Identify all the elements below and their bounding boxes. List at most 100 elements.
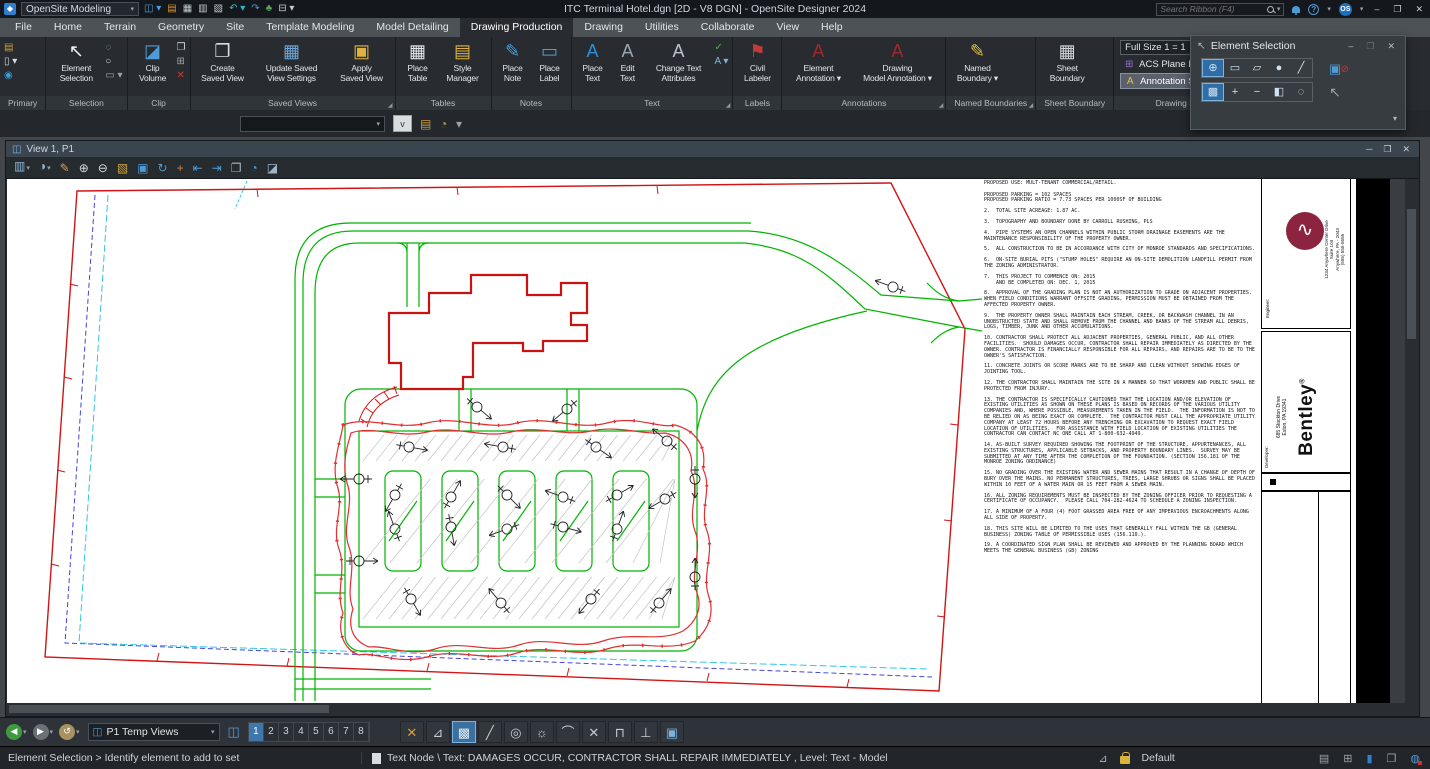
clip-copy-icon[interactable]: ⊞ [177,56,186,67]
temp-views-combo[interactable]: ◫ P1 Temp Views ▾ [87,723,220,741]
clip-volume-button[interactable]: ◪ Clip Volume [132,39,174,95]
view-next-icon[interactable]: ⇥ [212,158,222,178]
dialog-launcher-icon[interactable]: ◢ [939,99,944,110]
lock-icon[interactable] [1119,751,1130,764]
tool-settings-expand-button[interactable]: v [393,115,412,132]
panel-restore-button[interactable]: ❐ [1362,41,1378,52]
clip-volume-icon[interactable]: ◔ [250,158,257,178]
tangent-snap-icon[interactable]: ⌒ [555,721,580,743]
panel-close-button[interactable]: ✕ [1383,41,1399,52]
display-style-icon[interactable]: ◑▾ [39,156,51,179]
center-snap-icon[interactable]: ◎ [503,721,528,743]
place-text-button[interactable]: A Place Text [576,39,610,95]
view-close-button[interactable]: ✕ [1399,144,1413,155]
rotate-view-icon[interactable]: ↻ [158,158,168,178]
general-notes-text[interactable]: PROPOSED USE: MULT-TENANT COMMERCIAL/RET… [984,180,1256,560]
view-toggle-8[interactable]: 8 [353,723,369,741]
tab-help[interactable]: Help [810,18,854,37]
tab-drawing[interactable]: Drawing [573,18,634,37]
print-icon[interactable]: ⊟ ▾ [278,3,294,15]
perpendicular-snap-icon[interactable]: ⊥ [633,721,658,743]
create-saved-view-button[interactable]: ❐ Create Saved View [195,39,251,95]
edit-text-button[interactable]: A Edit Text [613,39,643,95]
select-invert-icon[interactable]: ◧ [1268,83,1290,101]
dialog-launcher-icon[interactable]: ◢ [726,99,731,110]
file-settings-icon[interactable]: ◫ ▾ [144,3,161,15]
place-label-button[interactable]: ▭ Place Label [533,39,567,95]
view-minimize-button[interactable]: ─ [1363,144,1375,154]
sheet-boundary-button[interactable]: ▦ Sheet Boundary [1040,39,1094,95]
view-toggle-7[interactable]: 7 [338,723,354,741]
view-previous-icon[interactable]: ⇤ [193,158,203,178]
close-button[interactable]: ✕ [1412,4,1426,15]
dialog-launcher-icon[interactable]: ◢ [1029,99,1034,110]
select-subtract-icon[interactable]: − [1246,83,1268,101]
spell-check-icon[interactable]: ✓ [715,42,729,53]
fit-view-icon[interactable]: ▣ [137,158,148,178]
view-back-button[interactable]: ◀ ▾ [6,724,27,740]
scrollbar-thumb[interactable] [1407,209,1416,339]
style-manager-button[interactable]: ▤ Style Manager [439,39,487,95]
tab-file[interactable]: File [4,18,43,37]
tab-drawing-production[interactable]: Drawing Production [459,18,574,37]
tab-geometry[interactable]: Geometry [147,18,215,37]
clip-mask-icon[interactable]: ◪ [267,158,278,178]
match-properties-icon[interactable]: ◔ [440,117,447,131]
scrollbar-thumb[interactable] [9,705,329,713]
civil-labeler-button[interactable]: ⚑ Civil Labeler [737,39,777,95]
explorer-tree-icon[interactable]: ♣ [266,3,273,15]
explorer-icon[interactable]: ▤ [4,42,17,53]
pan-view-icon[interactable]: + [177,158,184,178]
slash-snap-icon[interactable]: ╱ [477,721,502,743]
select-circle-icon[interactable]: ● [1268,59,1290,77]
place-table-button[interactable]: ▦ Place Table [400,39,436,95]
element-selection-titlebar[interactable]: ↖ Element Selection – ❐ ✕ [1191,36,1405,56]
tab-home[interactable]: Home [43,18,93,37]
select-rect-icon[interactable]: ▭ ▾ [105,70,122,81]
tab-utilities[interactable]: Utilities [634,18,690,37]
select-block-icon[interactable]: ▭ [1224,59,1246,77]
zoom-in-icon[interactable]: ⊕ [79,158,89,178]
save-icon[interactable]: ▦ [183,3,192,15]
select-cursor-icon[interactable]: ↖ [1323,83,1347,102]
help-icon[interactable]: ? [1308,3,1320,15]
vertical-scrollbar[interactable] [1405,179,1418,703]
panel-expander-icon[interactable]: ▾ [1393,114,1397,123]
place-note-button[interactable]: ✎ Place Note [496,39,530,95]
window-list-icon[interactable]: ⊞ [1343,752,1352,765]
view-restore-button[interactable]: ❐ [1380,144,1394,155]
properties-icon[interactable]: ◉ [4,70,17,81]
drawing-model-annotation-button[interactable]: A Drawing Model Annotation ▾ [853,39,941,95]
element-selection-button[interactable]: ↖ Element Selection [50,39,102,95]
drawing-canvas[interactable]: PROPOSED USE: MULT-TENANT COMMERCIAL/RET… [7,179,1405,703]
compress-icon[interactable]: ▧ [214,3,223,15]
select-line-icon[interactable]: ╱ [1290,59,1312,77]
panel-minimize-button[interactable]: – [1344,41,1357,51]
minimize-button[interactable]: – [1371,4,1382,14]
tab-terrain[interactable]: Terrain [93,18,147,37]
tab-view[interactable]: View [765,18,810,37]
origin-snap-icon[interactable]: ☼ [529,721,554,743]
view-history-button[interactable]: ↺ ▾ [59,724,80,740]
active-level[interactable]: Default [1142,752,1175,764]
selection-set-icon[interactable]: ▮ [1366,752,1372,765]
select-individual-icon[interactable]: ⊕ [1202,59,1224,77]
snap-mode-icon[interactable]: ⊿ [425,721,450,743]
select-new-icon[interactable]: ▩ [1202,83,1224,101]
view-toggle-2[interactable]: 2 [263,723,279,741]
connection-status-icon[interactable]: ◍ [1410,752,1422,765]
select-circle-icon[interactable]: ○ [105,56,122,67]
design-history-icon[interactable]: ▤ [1319,752,1329,765]
update-saved-view-settings-button[interactable]: ▦ Update Saved View Settings [254,39,330,95]
view-toggle-3[interactable]: 3 [278,723,294,741]
accudraw-icon[interactable]: ✕ [399,721,424,743]
view-forward-button[interactable]: ▶ ▾ [32,724,53,740]
tab-model-detailing[interactable]: Model Detailing [365,18,459,37]
window-area-icon[interactable]: ▧ [117,158,128,178]
select-shape-icon[interactable]: ▱ [1246,59,1268,77]
workflow-combo[interactable]: OpenSite Modeling ▾ [21,2,139,16]
fence-icon[interactable]: ◌ [105,42,122,53]
view-toggle-1[interactable]: 1 [248,723,264,741]
account-badge[interactable]: OS [1338,2,1352,16]
tab-template-modeling[interactable]: Template Modeling [255,18,365,37]
